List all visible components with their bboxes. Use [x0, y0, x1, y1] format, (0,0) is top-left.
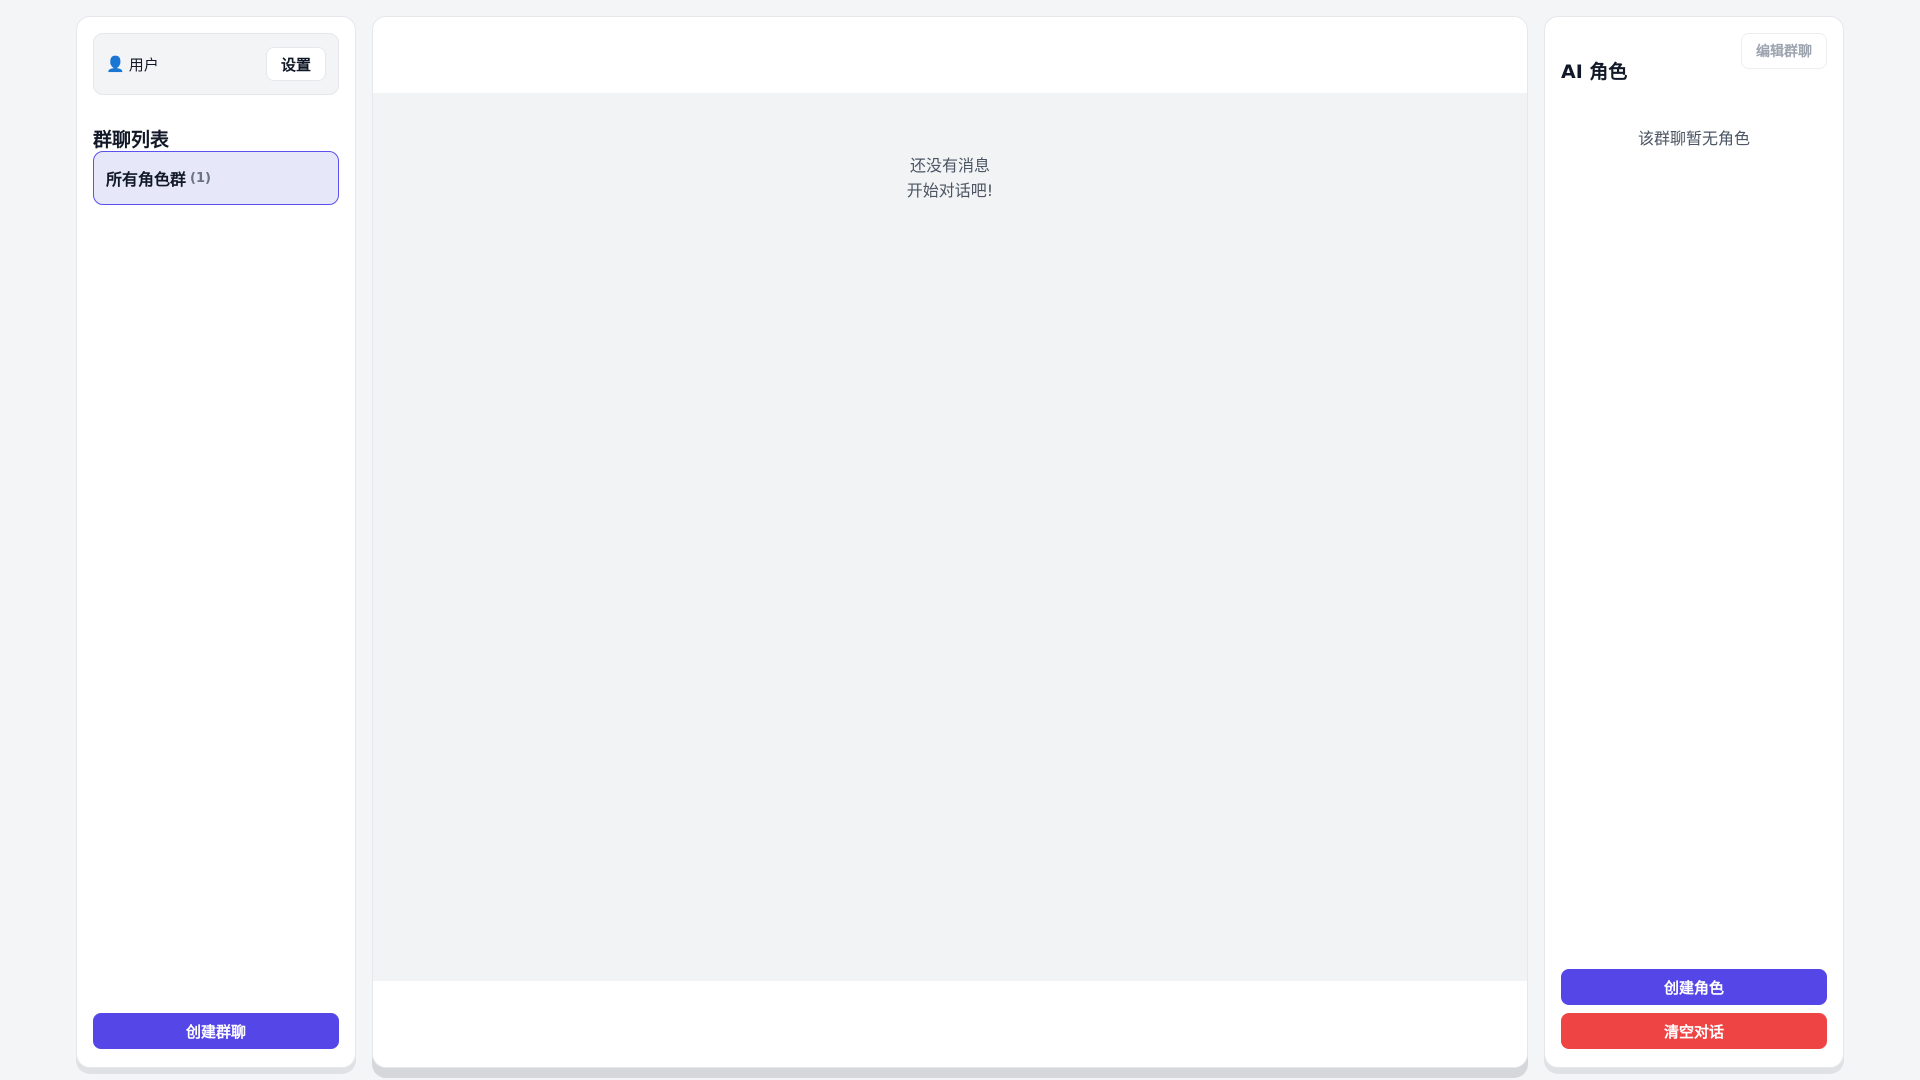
group-member-count: (1) [190, 170, 211, 186]
create-group-button[interactable]: 创建群聊 [93, 1013, 339, 1049]
roles-title: AI 角色 [1561, 61, 1628, 83]
empty-messages-placeholder: 还没有消息 开始对话吧! [373, 153, 1527, 203]
create-role-button[interactable]: 创建角色 [1561, 969, 1827, 1005]
roles-panel: AI 角色 编辑群聊 该群聊暂无角色 创建角色 清空对话 [1544, 16, 1844, 1068]
group-name: 所有角色群 [106, 170, 187, 189]
user-info: 👤 用户 [106, 54, 159, 75]
user-icon: 👤 [106, 54, 125, 73]
user-label: 用户 [128, 55, 159, 74]
clear-chat-button[interactable]: 清空对话 [1561, 1013, 1827, 1049]
group-sidebar: 👤 用户 设置 群聊列表 所有角色群 (1) 创建群聊 [76, 16, 356, 1068]
chat-panel: 还没有消息 开始对话吧! [372, 16, 1528, 1068]
edit-group-button[interactable]: 编辑群聊 [1741, 33, 1827, 69]
settings-button[interactable]: 设置 [265, 47, 326, 81]
user-bar: 👤 用户 设置 [93, 33, 339, 95]
app-root: 👤 用户 设置 群聊列表 所有角色群 (1) 创建群聊 还没有消息 开始对话吧!… [0, 0, 1920, 1080]
message-list[interactable]: 还没有消息 开始对话吧! [373, 93, 1527, 981]
group-list-item[interactable]: 所有角色群 (1) [93, 151, 339, 205]
empty-messages-line1: 还没有消息 [909, 156, 990, 175]
empty-messages-line2: 开始对话吧! [906, 181, 994, 200]
chat-input-area[interactable] [373, 981, 1527, 1067]
chat-header [373, 17, 1527, 93]
no-roles-placeholder: 该群聊暂无角色 [1637, 129, 1750, 148]
group-list-title: 群聊列表 [93, 129, 170, 151]
